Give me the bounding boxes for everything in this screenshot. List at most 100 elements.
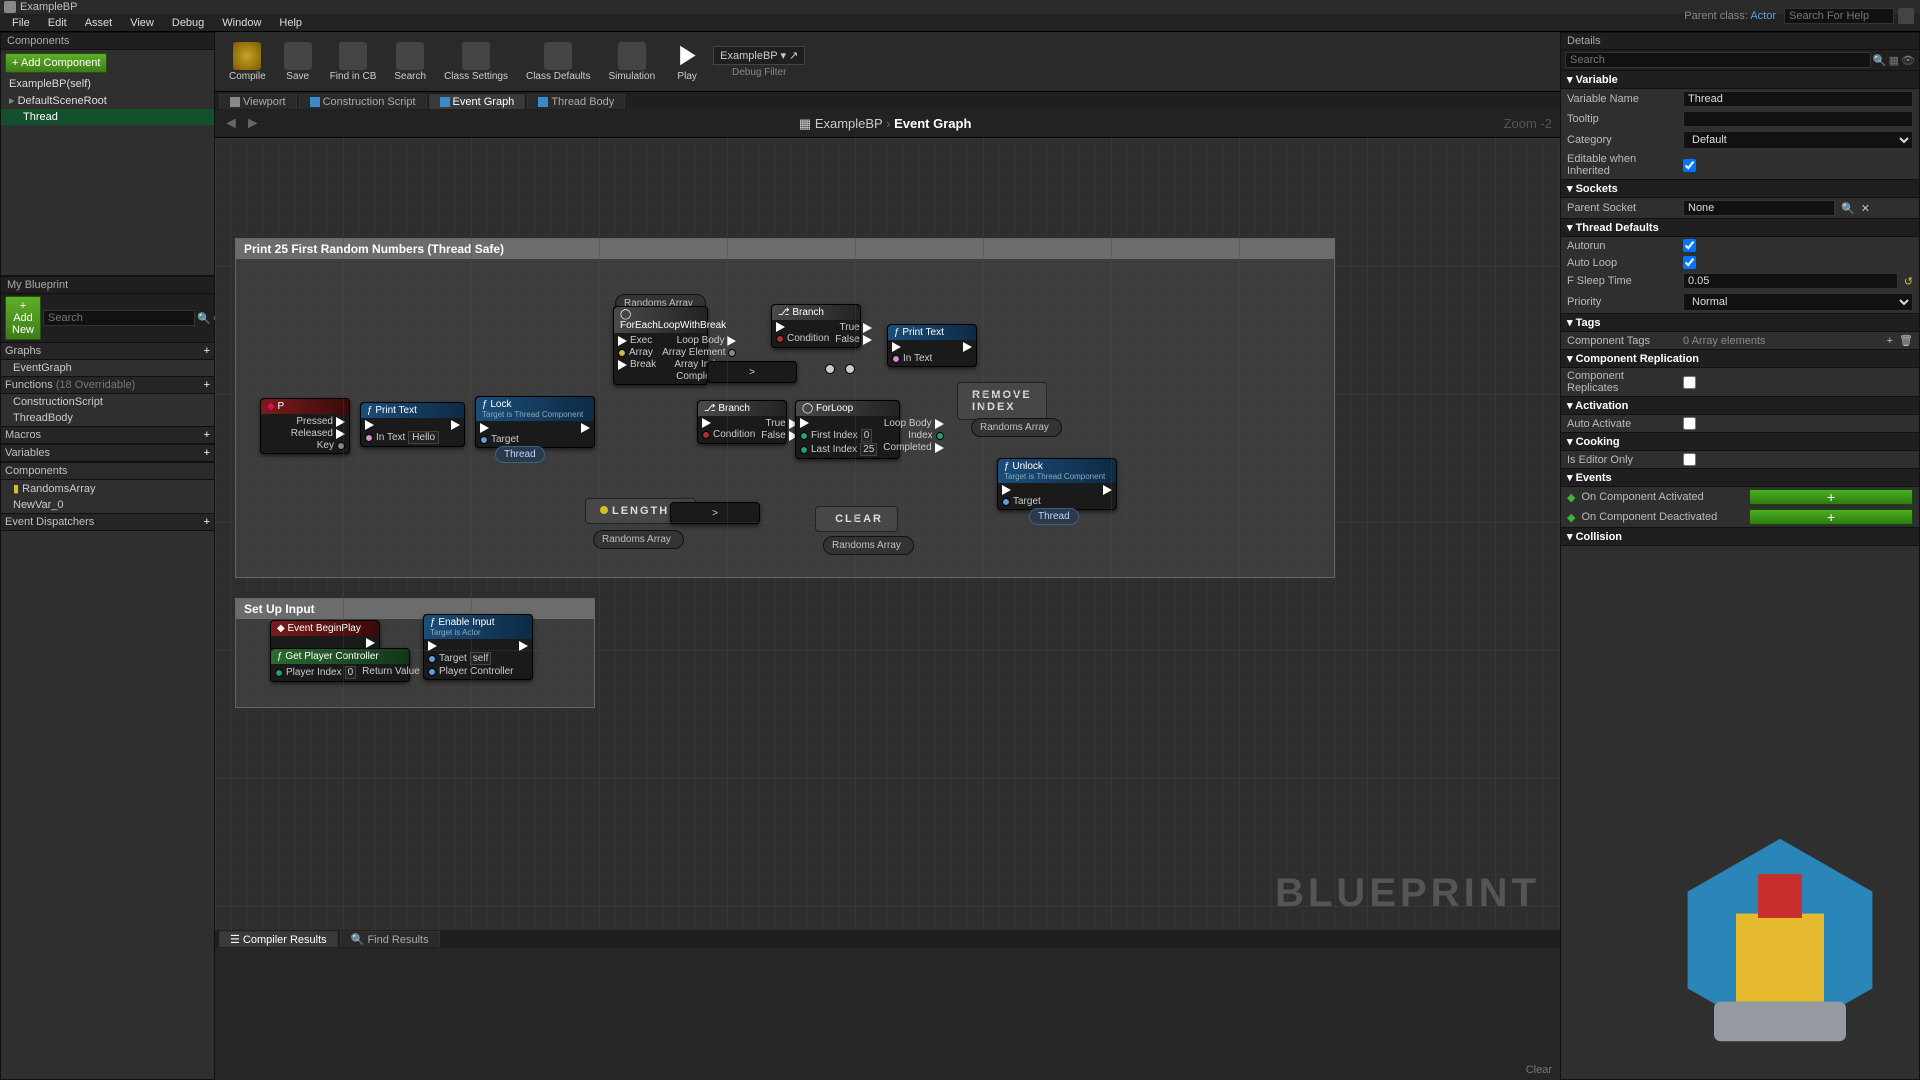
pin-done[interactable]: Completed (662, 371, 736, 382)
select-priority[interactable]: Normal (1683, 293, 1913, 311)
menu-view[interactable]: View (122, 16, 162, 30)
reroute[interactable] (825, 364, 835, 374)
graphs-header[interactable]: Graphs+ (1, 342, 214, 360)
nav-back[interactable]: ◄ (223, 115, 239, 132)
component-thread[interactable]: Thread (1, 109, 214, 125)
check-auto-activate[interactable] (1683, 417, 1696, 430)
pin-pressed[interactable]: Pressed (291, 416, 345, 427)
node-forloop[interactable]: ◯ ForLoop First Index 0 Last Index 25 Lo… (795, 400, 900, 459)
node-length[interactable]: LENGTH (585, 498, 696, 524)
reroute[interactable] (845, 364, 855, 374)
cat-cooking[interactable]: Cooking (1561, 432, 1919, 451)
pin-exec-out[interactable] (451, 420, 460, 430)
class-settings-button[interactable]: Class Settings (438, 40, 514, 84)
pin-exec[interactable]: Exec (618, 335, 656, 346)
eye-icon[interactable]: 👁 (1901, 54, 1915, 67)
compile-button[interactable]: Compile (223, 40, 272, 84)
clear-button[interactable]: Clear (1526, 1064, 1552, 1076)
pin-exec-in[interactable] (365, 420, 439, 430)
input-parent-socket[interactable] (1683, 200, 1835, 216)
menu-help[interactable]: Help (271, 16, 310, 30)
pin-first[interactable]: First Index 0 (800, 429, 877, 442)
comment-thread-safe[interactable]: Print 25 First Random Numbers (Thread Sa… (235, 238, 1335, 578)
pin-loopbody[interactable]: Loop Body (662, 335, 736, 346)
input-sleep-time[interactable] (1683, 273, 1898, 289)
node-unlock[interactable]: ƒ UnlockTarget is Thread Component Targe… (997, 458, 1117, 510)
tab-compiler-results[interactable]: ☰ Compiler Results (219, 931, 338, 947)
pin-done[interactable]: Completed (883, 442, 943, 453)
close-icon[interactable]: ✕ (1861, 202, 1870, 215)
pin-cond[interactable]: Condition (776, 333, 829, 344)
add-macro-icon[interactable]: + (204, 429, 210, 441)
pin-exec-in[interactable] (776, 322, 829, 332)
pill-thread[interactable]: Thread (495, 446, 545, 463)
node-input-p[interactable]: ◆ P Pressed Released Key (260, 398, 350, 454)
cat-thread-defaults[interactable]: Thread Defaults (1561, 218, 1919, 237)
pill-thread-2[interactable]: Thread (1029, 508, 1079, 525)
comment-title[interactable]: Print 25 First Random Numbers (Thread Sa… (236, 239, 1334, 259)
cat-events[interactable]: Events (1561, 468, 1919, 487)
pin-intext[interactable]: In Text (892, 353, 932, 364)
add-event-activated-button[interactable]: + (1749, 489, 1913, 505)
pin-false[interactable]: False (761, 430, 797, 441)
search-icon[interactable]: 🔍 (1873, 54, 1887, 67)
save-button[interactable]: Save (278, 40, 318, 84)
pin-key[interactable]: Key (291, 440, 345, 451)
menu-window[interactable]: Window (214, 16, 269, 30)
pin-target[interactable]: Target (480, 434, 519, 445)
input-var-name[interactable] (1683, 91, 1913, 107)
pin-last[interactable]: Last Index 25 (800, 443, 877, 456)
breadcrumb[interactable]: ▦ ExampleBP › Event Graph (799, 116, 972, 132)
cat-tags[interactable]: Tags (1561, 313, 1919, 332)
menu-file[interactable]: File (4, 16, 38, 30)
pin-released[interactable]: Released (291, 428, 345, 439)
check-replicates[interactable] (1683, 376, 1696, 389)
pin-true[interactable]: True (761, 418, 797, 429)
pin-exec-in[interactable] (892, 342, 932, 352)
simulation-button[interactable]: Simulation (602, 40, 661, 84)
reset-icon[interactable]: ↺ (1904, 275, 1913, 288)
tab-viewport[interactable]: Viewport (219, 94, 297, 109)
class-defaults-button[interactable]: Class Defaults (520, 40, 596, 84)
cat-variable[interactable]: Variable (1561, 70, 1919, 89)
cat-collision[interactable]: Collision (1561, 527, 1919, 546)
pin-idx[interactable]: Array Index (662, 359, 736, 370)
check-autoloop[interactable] (1683, 256, 1696, 269)
graph-event[interactable]: EventGraph (1, 360, 214, 376)
node-branch-2[interactable]: ⎇ Branch Condition True False (697, 400, 787, 444)
cat-sockets[interactable]: Sockets (1561, 179, 1919, 198)
pin-true[interactable]: True (835, 322, 871, 333)
pin-exec-out[interactable] (581, 423, 590, 433)
components-tab[interactable]: Components (1, 33, 214, 50)
add-function-icon[interactable]: + (204, 379, 210, 391)
node-clear[interactable]: CLEAR (815, 506, 898, 532)
component-self[interactable]: ExampleBP(self) (1, 76, 214, 92)
pin-exec-out[interactable] (1103, 485, 1112, 495)
menu-debug[interactable]: Debug (164, 16, 212, 30)
tab-eventgraph[interactable]: Event Graph (429, 94, 526, 109)
pin-array[interactable]: Array (618, 347, 656, 358)
find-in-cb-button[interactable]: Find in CB (324, 40, 383, 84)
search-icon[interactable]: 🔍 (1841, 202, 1855, 215)
check-editor-only[interactable] (1683, 453, 1696, 466)
node-get-randoms-array-3[interactable]: Randoms Array (823, 536, 914, 555)
pin-target[interactable]: Target self (428, 652, 513, 665)
add-new-button[interactable]: + Add New (5, 296, 41, 340)
pin-break[interactable]: Break (618, 359, 656, 370)
pin-return-value[interactable]: Return Value (362, 666, 431, 677)
pin-loopbody[interactable]: Loop Body (883, 418, 943, 429)
input-tooltip[interactable] (1683, 111, 1913, 127)
menu-edit[interactable]: Edit (40, 16, 75, 30)
pin-target[interactable]: Target (1002, 496, 1041, 507)
search-button[interactable]: Search (388, 40, 432, 84)
dispatchers-header[interactable]: Event Dispatchers+ (1, 513, 214, 531)
pin-elem[interactable]: Array Element (662, 347, 736, 358)
menu-asset[interactable]: Asset (77, 16, 121, 30)
pin-player-controller[interactable]: Player Controller (428, 666, 513, 677)
trash-icon[interactable]: 🗑 (1899, 334, 1913, 347)
var-randoms[interactable]: ▮ RandomsArray (1, 480, 214, 497)
node-get-player-controller[interactable]: ƒ Get Player Controller Player Index 0Re… (270, 648, 410, 682)
play-button[interactable]: Play (667, 40, 707, 84)
event-graph-canvas[interactable]: Print 25 First Random Numbers (Thread Sa… (215, 138, 1560, 930)
pin-player-index[interactable]: Player Index 0 (275, 666, 356, 679)
